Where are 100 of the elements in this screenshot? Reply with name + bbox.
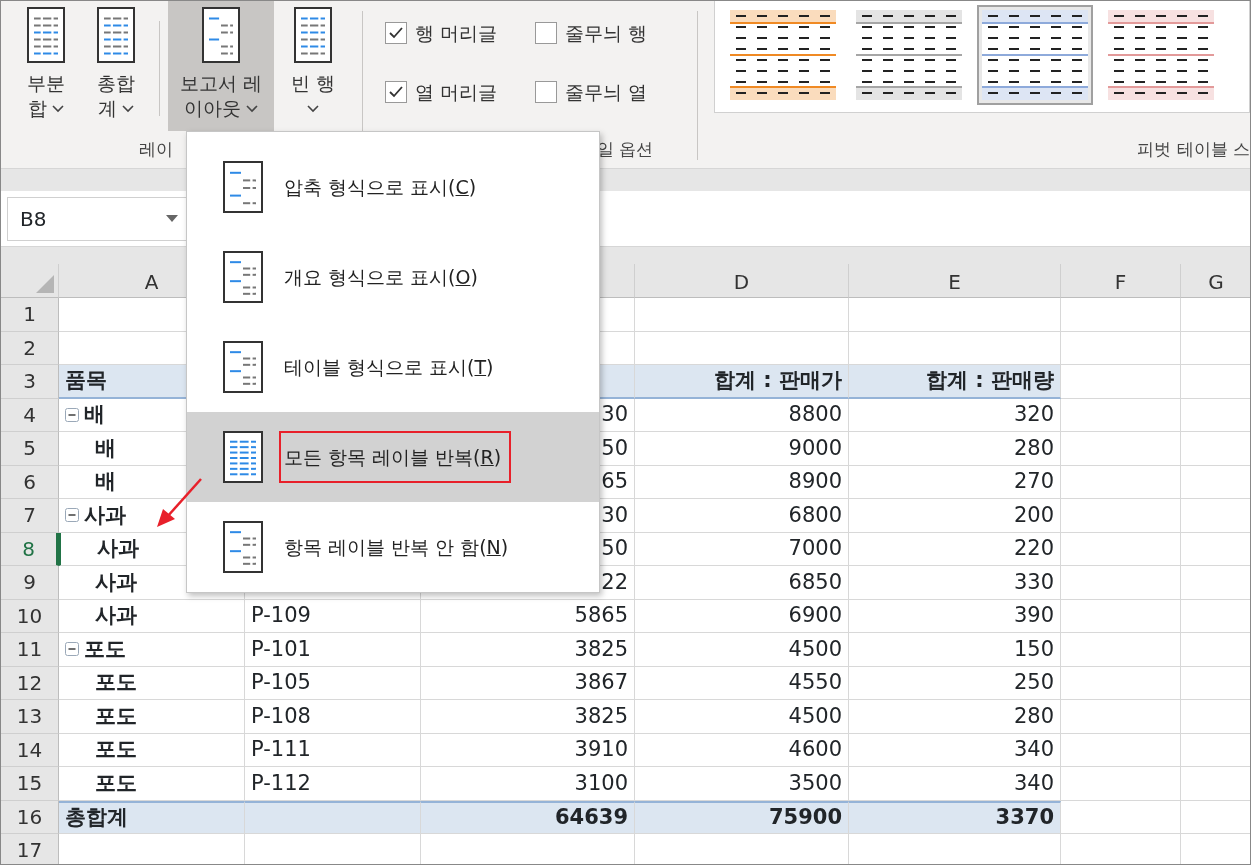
table-cell: 340 xyxy=(849,767,1061,801)
table-cell-text: 배 xyxy=(84,401,105,428)
table-cell: 64639 xyxy=(421,800,635,834)
table-cell: P-105 xyxy=(245,666,421,700)
table-cell: 280 xyxy=(849,700,1061,734)
row-header[interactable]: 17 xyxy=(1,834,59,864)
caret-icon xyxy=(246,105,258,114)
ribbon-button[interactable]: 빈 행 xyxy=(282,1,344,131)
table-cell: 사과 xyxy=(59,599,245,633)
table-cell: P-109 xyxy=(245,599,421,633)
row-header[interactable]: 6 xyxy=(1,465,59,499)
table-cell: 포도 xyxy=(59,767,245,801)
table-cell: 합계 : 판매가 xyxy=(635,365,849,399)
row-header[interactable]: 13 xyxy=(1,700,59,734)
group-label: 레이 xyxy=(139,137,173,161)
check-icon xyxy=(388,84,404,99)
table-style-thumbnail[interactable] xyxy=(977,5,1093,105)
checkbox[interactable] xyxy=(535,80,557,103)
caret-icon xyxy=(307,105,319,114)
layout-icon xyxy=(27,7,65,63)
table-cell-text: 사과 xyxy=(84,501,126,529)
table-cell: 3100 xyxy=(421,767,635,801)
checkbox-label[interactable]: 열 머리글 xyxy=(415,77,498,106)
collapse-icon[interactable] xyxy=(65,642,79,657)
layout-icon xyxy=(202,7,240,63)
menu-item[interactable]: 압축 형식으로 표시(C) xyxy=(187,142,599,232)
table-cell: 320 xyxy=(849,398,1061,432)
table-cell: 5865 xyxy=(421,599,635,633)
group-label: 피벗 테이블 스 xyxy=(1137,137,1250,161)
table-cell: 150 xyxy=(849,633,1061,667)
row-header[interactable]: 14 xyxy=(1,733,59,767)
table-cell: 6900 xyxy=(635,599,849,633)
table-cell: 총합계 xyxy=(59,800,245,834)
table-cell: 3825 xyxy=(421,700,635,734)
ribbon-button[interactable]: 보고서 레 이아웃 xyxy=(168,1,274,131)
layout-icon xyxy=(223,521,263,573)
table-cell: P-108 xyxy=(245,700,421,734)
table-cell: 200 xyxy=(849,499,1061,533)
column-header[interactable]: D xyxy=(635,264,849,298)
table-cell: 3910 xyxy=(421,733,635,767)
row-header[interactable]: 8 xyxy=(1,532,59,566)
checkbox-label[interactable]: 줄무늬 열 xyxy=(565,77,648,106)
dropdown-icon[interactable] xyxy=(166,214,178,223)
row-header[interactable]: 3 xyxy=(1,365,59,399)
annotation-arrow xyxy=(157,478,202,527)
layout-icon xyxy=(223,251,263,303)
row-header[interactable]: 7 xyxy=(1,499,59,533)
row-header[interactable]: 15 xyxy=(1,767,59,801)
table-cell: 4550 xyxy=(635,666,849,700)
table-cell: 340 xyxy=(849,733,1061,767)
layout-icon xyxy=(223,431,263,483)
checkbox-label[interactable]: 줄무늬 행 xyxy=(565,19,648,48)
table-cell: 75900 xyxy=(635,800,849,834)
row-header[interactable]: 5 xyxy=(1,432,59,466)
table-cell: 280 xyxy=(849,432,1061,466)
table-cell: 9000 xyxy=(635,432,849,466)
name-box[interactable]: B8 xyxy=(7,196,187,241)
table-cell: 330 xyxy=(849,566,1061,600)
layout-icon xyxy=(223,161,263,213)
row-header[interactable]: 12 xyxy=(1,666,59,700)
checkbox[interactable] xyxy=(385,80,407,103)
collapse-icon[interactable] xyxy=(65,407,79,422)
table-cell: 포도 xyxy=(59,733,245,767)
layout-icon xyxy=(294,7,332,63)
ribbon-button[interactable]: 총합 계 xyxy=(81,1,151,131)
row-header[interactable]: 11 xyxy=(1,633,59,667)
ribbon-button[interactable]: 부분 합 xyxy=(11,1,81,131)
table-cell: 7000 xyxy=(635,532,849,566)
row-header[interactable]: 10 xyxy=(1,599,59,633)
row-header[interactable]: 1 xyxy=(1,298,59,332)
menu-item[interactable]: 모든 항목 레이블 반복(R) xyxy=(187,412,599,502)
table-cell: 4500 xyxy=(635,700,849,734)
checkbox-label[interactable]: 행 머리글 xyxy=(415,19,498,48)
checkbox[interactable] xyxy=(535,22,557,45)
table-cell: 390 xyxy=(849,599,1061,633)
row-header[interactable]: 9 xyxy=(1,566,59,600)
row-header[interactable]: 2 xyxy=(1,331,59,365)
table-cell: 4600 xyxy=(635,733,849,767)
table-cell: 3500 xyxy=(635,767,849,801)
caret-icon xyxy=(122,105,134,114)
column-header[interactable]: G xyxy=(1181,264,1250,298)
checkbox[interactable] xyxy=(385,22,407,45)
table-cell: 3825 xyxy=(421,633,635,667)
table-cell: 4500 xyxy=(635,633,849,667)
table-cell: 포도 xyxy=(59,700,245,734)
column-header[interactable]: F xyxy=(1061,264,1181,298)
row-header[interactable]: 16 xyxy=(1,800,59,834)
table-cell: 250 xyxy=(849,666,1061,700)
row-header[interactable]: 4 xyxy=(1,398,59,432)
table-cell: P-101 xyxy=(245,633,421,667)
table-cell: 8800 xyxy=(635,398,849,432)
caret-icon xyxy=(52,105,64,114)
collapse-icon[interactable] xyxy=(65,508,79,523)
table-cell: P-112 xyxy=(245,767,421,801)
table-cell: 270 xyxy=(849,465,1061,499)
table-cell: 220 xyxy=(849,532,1061,566)
table-cell-text: 포도 xyxy=(84,635,126,663)
column-header[interactable]: E xyxy=(849,264,1061,298)
table-cell: 포도 xyxy=(59,666,245,700)
layout-icon xyxy=(97,7,135,63)
